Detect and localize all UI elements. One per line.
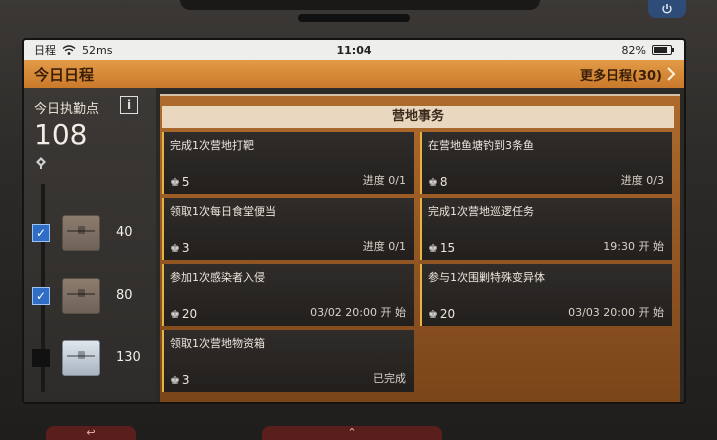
task-status: 已完成	[373, 372, 406, 385]
milestone-value: 40	[116, 225, 133, 240]
milestone-value: 130	[116, 350, 141, 365]
frame-speaker-slot	[298, 14, 410, 22]
duty-point-icon: ♚	[428, 175, 438, 189]
reward-chest-icon[interactable]	[62, 278, 100, 314]
task-status: 进度 0/1	[362, 174, 406, 187]
duty-point-icon: ♚	[428, 307, 438, 321]
task-card[interactable]: 参加1次感染者入侵 ♚ 20 03/02 20:00 开 始	[162, 264, 414, 326]
duty-point-icon: ♚	[170, 307, 180, 321]
milestone-130[interactable]: 130	[32, 338, 156, 378]
frame-top-bar	[180, 0, 540, 10]
task-status: 进度 0/3	[620, 174, 664, 187]
wifi-icon	[62, 45, 76, 55]
task-card[interactable]: 完成1次营地巡逻任务 ♚ 15 19:30 开 始	[420, 198, 672, 260]
reward-value: 3	[181, 373, 190, 387]
reward-value: 20	[439, 307, 456, 321]
task-card[interactable]: 领取1次营地物资箱 ♚ 3 已完成	[162, 330, 414, 392]
task-card[interactable]: 领取1次每日食堂便当 ♚ 3 进度 0/1	[162, 198, 414, 260]
home-icon: ⌃	[347, 426, 357, 439]
task-card[interactable]: 参与1次围剿特殊变异体 ♚ 20 03/03 20:00 开 始	[420, 264, 672, 326]
power-button[interactable]	[648, 0, 686, 18]
back-button[interactable]: ↩	[46, 426, 136, 440]
task-reward: ♚ 5	[170, 175, 190, 189]
schedule-header: 今日日程 更多日程(30)	[24, 60, 684, 88]
chevron-right-icon	[667, 67, 676, 81]
reward-chest-icon[interactable]	[62, 402, 100, 404]
task-title: 完成1次营地巡逻任务	[428, 205, 534, 218]
battery-percent: 82%	[621, 43, 646, 57]
task-reward: ♚ 8	[428, 175, 448, 189]
task-status: 03/03 20:00 开 始	[568, 306, 664, 319]
battery-icon	[652, 45, 674, 55]
device-frame: 日程 52ms 11:04 82% 今日日程 更多日程(30) 今日执勤点 i …	[0, 0, 717, 440]
clock: 11:04	[336, 43, 372, 57]
task-title: 参加1次感染者入侵	[170, 271, 265, 284]
reward-value: 3	[181, 241, 190, 255]
home-button[interactable]: ⌃	[262, 426, 442, 440]
task-title: 完成1次营地打靶	[170, 139, 254, 152]
reward-value: 15	[439, 241, 456, 255]
phone-screen: 日程 52ms 11:04 82% 今日日程 更多日程(30) 今日执勤点 i …	[22, 38, 686, 404]
checkbox-checked: ✓	[32, 224, 50, 242]
duty-points-panel: 今日执勤点 i 108 ✓ 40 ✓ 80 130	[24, 88, 156, 402]
task-card[interactable]: 完成1次营地打靶 ♚ 5 进度 0/1	[162, 132, 414, 194]
duty-points-value: 108	[34, 118, 88, 151]
carrier-label: 日程	[34, 44, 56, 57]
task-reward: ♚ 3	[170, 373, 190, 387]
info-button[interactable]: i	[120, 96, 138, 114]
latency-label: 52ms	[82, 43, 113, 57]
reward-value: 5	[181, 175, 190, 189]
battery-fill	[654, 47, 668, 53]
task-reward: ♚ 20	[170, 307, 197, 321]
back-arrow-icon: ↩	[86, 426, 96, 439]
task-card[interactable]: 在营地鱼塘钓到3条鱼 ♚ 8 进度 0/3	[420, 132, 672, 194]
status-bar: 日程 52ms 11:04 82%	[24, 40, 684, 60]
duty-point-icon: ♚	[170, 373, 180, 387]
reward-chest-icon[interactable]	[62, 215, 100, 251]
power-icon	[662, 4, 672, 14]
duty-point-icon	[36, 157, 46, 169]
section-title: 营地事务	[162, 106, 674, 128]
task-status: 03/02 20:00 开 始	[310, 306, 406, 319]
milestone-80[interactable]: ✓ 80	[32, 276, 156, 316]
task-reward: ♚ 20	[428, 307, 455, 321]
checkbox-checked: ✓	[32, 287, 50, 305]
task-title: 在营地鱼塘钓到3条鱼	[428, 139, 534, 152]
task-status: 进度 0/1	[362, 240, 406, 253]
duty-point-icon: ♚	[170, 241, 180, 255]
more-schedule-button[interactable]: 更多日程(30)	[580, 65, 676, 84]
task-title: 参与1次围剿特殊变异体	[428, 271, 545, 284]
task-title: 领取1次营地物资箱	[170, 337, 265, 350]
milestone-value: 80	[116, 288, 133, 303]
task-title: 领取1次每日食堂便当	[170, 205, 276, 218]
task-list-panel: 营地事务 完成1次营地打靶 ♚ 5 进度 0/1 在营地鱼塘钓到3条鱼 ♚ 8 …	[160, 88, 680, 402]
reward-value: 20	[181, 307, 198, 321]
scroll-top-strip	[160, 88, 680, 96]
reward-value: 8	[439, 175, 448, 189]
task-status: 19:30 开 始	[603, 240, 664, 253]
reward-chest-icon[interactable]	[62, 340, 100, 376]
more-schedule-label: 更多日程(30)	[580, 68, 662, 84]
page-title: 今日日程	[34, 65, 95, 84]
checkbox-unchecked	[32, 349, 50, 367]
milestone-190[interactable]: 190	[32, 400, 156, 404]
duty-points-label: 今日执勤点	[34, 102, 100, 117]
task-reward: ♚ 3	[170, 241, 190, 255]
duty-point-icon: ♚	[170, 175, 180, 189]
task-reward: ♚ 15	[428, 241, 455, 255]
milestone-40[interactable]: ✓ 40	[32, 213, 156, 253]
duty-point-icon: ♚	[428, 241, 438, 255]
